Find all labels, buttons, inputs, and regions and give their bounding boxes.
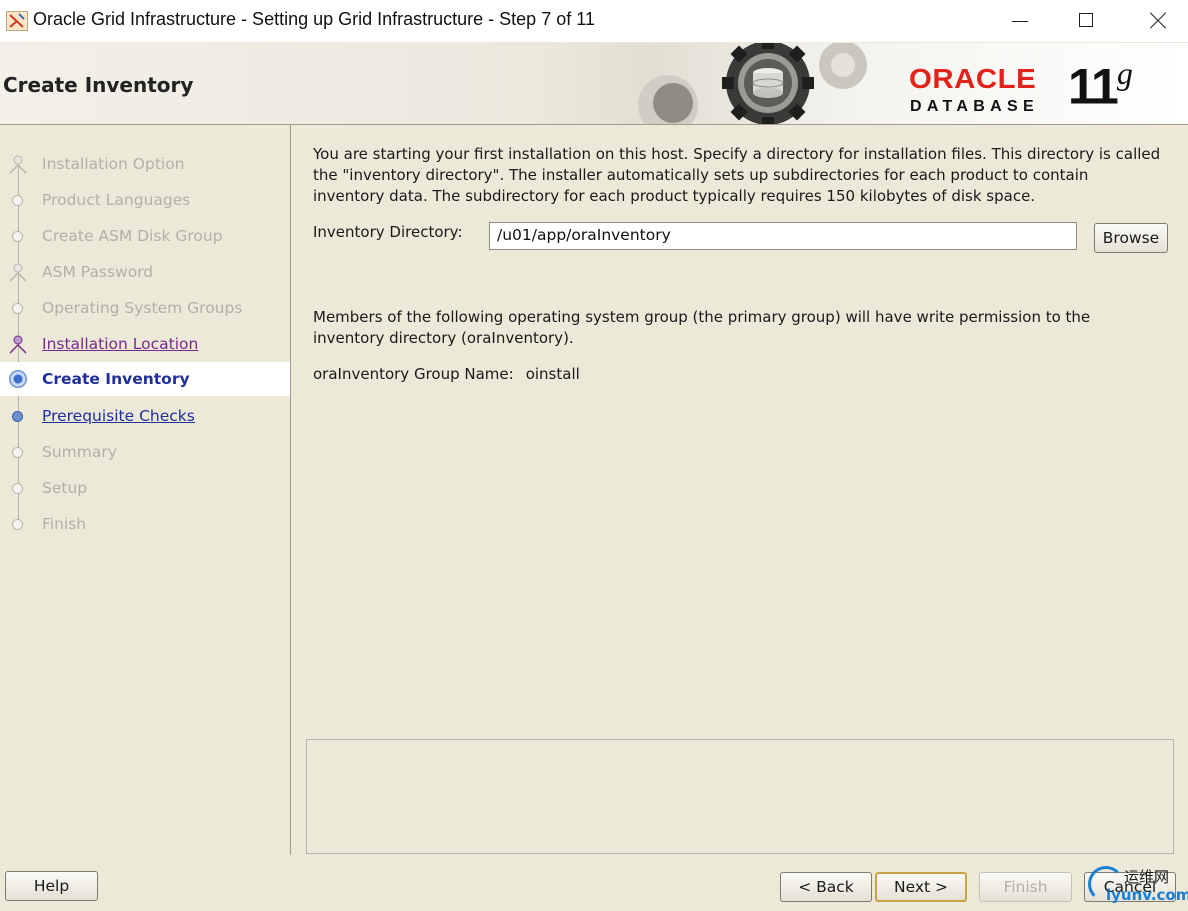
header-banner: Create Inventory ORACLE DATABASE 11g bbox=[0, 43, 1188, 125]
step-label: Setup bbox=[42, 479, 88, 497]
database-wordmark: DATABASE bbox=[910, 98, 1039, 115]
step-label: Finish bbox=[42, 515, 87, 533]
browse-button[interactable]: Browse bbox=[1094, 223, 1168, 253]
page-title: Create Inventory bbox=[3, 73, 194, 97]
step-installation-option: Installation Option bbox=[0, 147, 290, 181]
gears-graphic-icon bbox=[638, 43, 867, 124]
watermark-cn-text: 运维网 bbox=[1124, 868, 1170, 886]
current-step-icon bbox=[9, 370, 27, 388]
step-create-inventory: Create Inventory bbox=[0, 362, 290, 396]
window-title: Oracle Grid Infrastructure - Setting up … bbox=[33, 9, 595, 29]
window-title-bar[interactable]: Oracle Grid Infrastructure - Setting up … bbox=[0, 0, 1188, 42]
step-asm-password: ASM Password bbox=[0, 255, 290, 289]
step-navigation: Installation Option Product Languages Cr… bbox=[0, 125, 291, 855]
help-button[interactable]: Help bbox=[5, 871, 98, 901]
site-watermark: 运维网 iyunv.com bbox=[1088, 866, 1188, 910]
step-dot-icon bbox=[12, 303, 23, 314]
close-button[interactable] bbox=[1133, 6, 1179, 36]
step-product-languages: Product Languages bbox=[0, 183, 290, 217]
step-prerequisite-checks[interactable]: Prerequisite Checks bbox=[0, 399, 290, 433]
back-button[interactable]: < Back bbox=[780, 872, 872, 902]
members-info-text: Members of the following operating syste… bbox=[313, 308, 1091, 347]
maximize-button[interactable] bbox=[1063, 6, 1109, 36]
step-dot-icon bbox=[12, 483, 23, 494]
step-label: Create ASM Disk Group bbox=[42, 227, 223, 245]
step-person-icon bbox=[9, 335, 27, 354]
step-label: Create Inventory bbox=[42, 370, 190, 388]
step-label: Product Languages bbox=[42, 191, 191, 209]
step-person-icon bbox=[9, 263, 27, 282]
step-create-asm-disk-group: Create ASM Disk Group bbox=[0, 219, 290, 253]
step-dot-icon bbox=[12, 519, 23, 530]
oracle-installer-app-icon bbox=[6, 11, 28, 31]
step-installation-location[interactable]: Installation Location bbox=[0, 327, 290, 361]
step-label: Summary bbox=[42, 443, 117, 461]
inventory-group-row: oraInventory Group Name: oinstall bbox=[313, 365, 580, 383]
step-finish: Finish bbox=[0, 507, 290, 541]
message-pane bbox=[306, 739, 1174, 854]
intro-text: You are starting your first installation… bbox=[313, 145, 1161, 205]
step-label: ASM Password bbox=[42, 263, 154, 281]
step-label[interactable]: Prerequisite Checks bbox=[42, 407, 195, 425]
main-content: You are starting your first installation… bbox=[291, 125, 1188, 855]
step-label[interactable]: Installation Location bbox=[42, 335, 198, 353]
next-button[interactable]: Next > bbox=[875, 872, 967, 902]
watermark-en-text: iyunv.com bbox=[1106, 886, 1188, 904]
inventory-directory-label: Inventory Directory: bbox=[313, 223, 463, 241]
step-dot-icon bbox=[12, 231, 23, 242]
step-dot-icon bbox=[12, 447, 23, 458]
step-person-icon bbox=[9, 155, 27, 174]
inventory-directory-input[interactable]: /u01/app/oraInventory bbox=[489, 222, 1077, 250]
step-label: Installation Option bbox=[42, 155, 185, 173]
step-setup: Setup bbox=[0, 471, 290, 505]
oracle-database-logo: ORACLE DATABASE bbox=[909, 63, 1059, 119]
step-operating-system-groups: Operating System Groups bbox=[0, 291, 290, 325]
version-11g-logo: 11g bbox=[1068, 55, 1133, 115]
minimize-button[interactable] bbox=[996, 6, 1042, 36]
finish-button[interactable]: Finish bbox=[979, 872, 1072, 902]
group-name-value: oinstall bbox=[525, 365, 580, 383]
step-summary: Summary bbox=[0, 435, 290, 469]
step-dot-icon bbox=[12, 411, 23, 422]
step-dot-icon bbox=[12, 195, 23, 206]
oracle-wordmark: ORACLE bbox=[909, 63, 1037, 94]
step-label: Operating System Groups bbox=[42, 299, 243, 317]
group-name-label: oraInventory Group Name: bbox=[313, 365, 514, 383]
